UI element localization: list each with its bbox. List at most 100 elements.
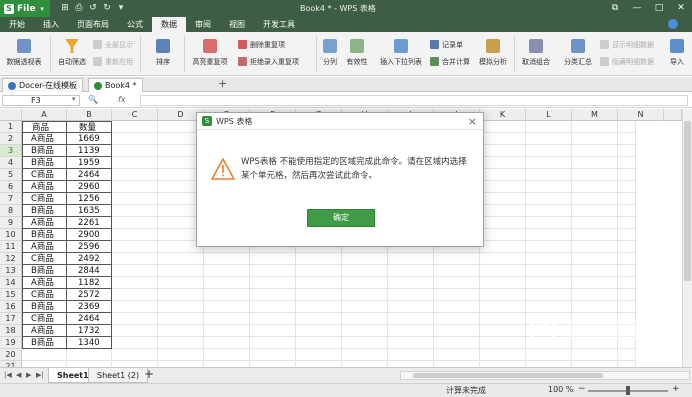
prev-sheet-icon[interactable]: ◀ xyxy=(16,371,21,379)
grid-cell[interactable]: 2844 xyxy=(67,265,112,277)
minimize-button[interactable]: — xyxy=(626,0,648,17)
grid-cell[interactable] xyxy=(480,229,526,241)
grid-cell[interactable] xyxy=(250,349,296,361)
grid-cell[interactable] xyxy=(112,217,158,229)
grid-cell[interactable] xyxy=(526,241,572,253)
grid-cell[interactable]: 1669 xyxy=(67,133,112,145)
grid-cell[interactable] xyxy=(250,253,296,265)
tab-insert[interactable]: 插入 xyxy=(34,17,68,32)
grid-cell[interactable] xyxy=(204,325,250,337)
grid-cell[interactable]: 2572 xyxy=(67,289,112,301)
grid-cell[interactable] xyxy=(250,289,296,301)
grid-cell[interactable] xyxy=(572,205,618,217)
doc-tab-book4[interactable]: Book4 * xyxy=(88,78,143,92)
grid-cell[interactable]: 2464 xyxy=(67,313,112,325)
grid-cell[interactable] xyxy=(618,181,636,193)
grid-cell[interactable] xyxy=(388,301,434,313)
grid-cell[interactable] xyxy=(342,277,388,289)
file-menu-button[interactable]: S File ▾ xyxy=(0,0,50,17)
grid-cell[interactable] xyxy=(112,349,158,361)
grid-cell[interactable] xyxy=(434,313,480,325)
grid-cell[interactable] xyxy=(204,337,250,349)
show-detail-button[interactable]: 显示明细数据 xyxy=(600,39,654,50)
tab-developer[interactable]: 开发工具 xyxy=(254,17,304,32)
tab-home[interactable]: 开始 xyxy=(0,17,34,32)
row-header[interactable]: 6 xyxy=(0,181,22,193)
grid-cell[interactable] xyxy=(572,289,618,301)
grid-cell[interactable] xyxy=(526,277,572,289)
grid-cell[interactable] xyxy=(112,289,158,301)
grid-cell[interactable] xyxy=(618,241,636,253)
grid-cell[interactable] xyxy=(112,265,158,277)
zoom-slider-thumb[interactable] xyxy=(626,386,630,395)
grid-cell[interactable]: 1340 xyxy=(67,337,112,349)
merge-calculation-button[interactable]: 合并计算 xyxy=(430,56,470,67)
quick-access-dropdown-icon[interactable]: ▾ xyxy=(116,3,126,13)
grid-cell[interactable] xyxy=(572,229,618,241)
row-header[interactable]: 11 xyxy=(0,241,22,253)
grid-cell[interactable] xyxy=(434,289,480,301)
column-header[interactable]: K xyxy=(480,109,526,121)
row-header[interactable]: 1 xyxy=(0,121,22,133)
grid-cell[interactable] xyxy=(296,265,342,277)
grid-cell[interactable] xyxy=(204,289,250,301)
grid-cell[interactable] xyxy=(112,181,158,193)
formula-input[interactable] xyxy=(140,95,688,106)
grid-cell[interactable]: C商品 xyxy=(22,253,67,265)
grid-cell[interactable] xyxy=(618,157,636,169)
grid-cell[interactable]: 1959 xyxy=(67,157,112,169)
grid-cell[interactable]: C商品 xyxy=(22,193,67,205)
grid-cell[interactable]: 1256 xyxy=(67,193,112,205)
grid-cell[interactable] xyxy=(526,169,572,181)
grid-cell[interactable] xyxy=(480,241,526,253)
grid-cell[interactable] xyxy=(434,349,480,361)
column-header[interactable]: N xyxy=(618,109,664,121)
grid-cell[interactable] xyxy=(67,349,112,361)
grid-cell[interactable] xyxy=(204,313,250,325)
grid-cell[interactable] xyxy=(434,277,480,289)
grid-cell[interactable]: A商品 xyxy=(22,277,67,289)
grid-cell[interactable] xyxy=(112,169,158,181)
grid-cell[interactable] xyxy=(388,313,434,325)
select-all-corner[interactable] xyxy=(0,109,22,121)
grid-cell[interactable] xyxy=(112,157,158,169)
grid-cell[interactable] xyxy=(480,277,526,289)
grid-cell[interactable] xyxy=(112,337,158,349)
grid-cell[interactable] xyxy=(480,193,526,205)
grid-cell[interactable] xyxy=(250,313,296,325)
sort-button[interactable]: 排序 xyxy=(146,36,180,67)
grid-cell[interactable] xyxy=(296,289,342,301)
grid-cell[interactable] xyxy=(204,277,250,289)
grid-cell[interactable] xyxy=(296,313,342,325)
grid-cell[interactable] xyxy=(572,241,618,253)
grid-cell[interactable] xyxy=(526,253,572,265)
grid-cell[interactable]: A商品 xyxy=(22,181,67,193)
row-header[interactable]: 13 xyxy=(0,265,22,277)
grid-cell[interactable] xyxy=(572,253,618,265)
row-header[interactable]: 10 xyxy=(0,229,22,241)
grid-cell[interactable] xyxy=(526,217,572,229)
undo-icon[interactable]: ↺ xyxy=(88,3,98,13)
grid-cell[interactable] xyxy=(112,145,158,157)
grid-cell[interactable] xyxy=(112,301,158,313)
grid-cell[interactable] xyxy=(342,313,388,325)
grid-cell[interactable] xyxy=(158,253,204,265)
row-header[interactable]: 15 xyxy=(0,289,22,301)
column-header[interactable]: L xyxy=(526,109,572,121)
grid-cell[interactable] xyxy=(296,325,342,337)
grid-cell[interactable] xyxy=(526,193,572,205)
tab-view[interactable]: 视图 xyxy=(220,17,254,32)
grid-cell[interactable] xyxy=(296,277,342,289)
ok-button[interactable]: 确定 xyxy=(307,209,375,227)
grid-cell[interactable] xyxy=(480,217,526,229)
column-header[interactable]: A xyxy=(22,109,67,121)
close-button[interactable]: ✕ xyxy=(670,0,692,17)
last-sheet-icon[interactable]: ▶| xyxy=(36,371,44,379)
row-header[interactable]: 4 xyxy=(0,157,22,169)
grid-cell[interactable] xyxy=(618,217,636,229)
ungroup-button[interactable]: 取消组合 xyxy=(518,36,554,67)
grid-cell[interactable] xyxy=(296,337,342,349)
grid-cell[interactable] xyxy=(296,349,342,361)
grid-cell[interactable] xyxy=(342,265,388,277)
restore-ribbon-icon[interactable]: ⧉ xyxy=(604,0,626,17)
